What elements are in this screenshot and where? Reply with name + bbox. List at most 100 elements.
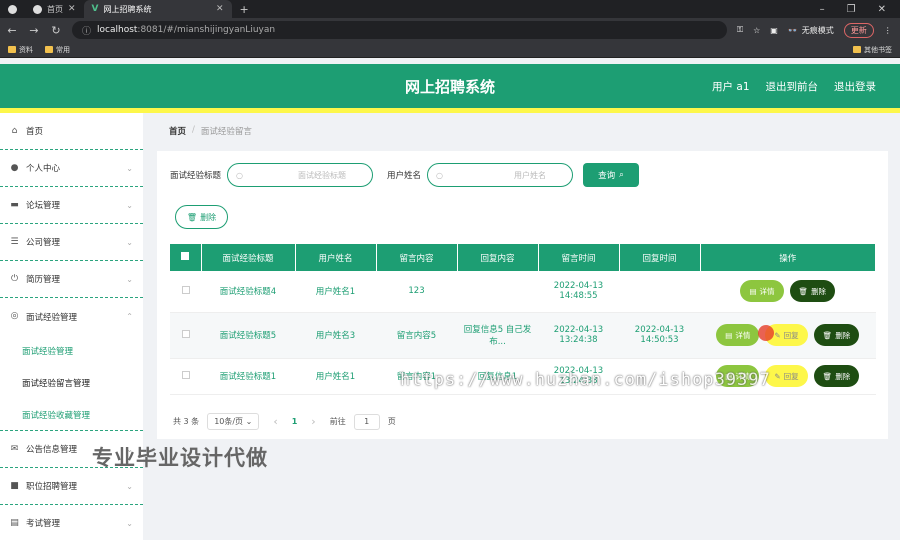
trash-icon: 🗑 — [186, 212, 198, 222]
trash-icon: 🗑 — [822, 371, 833, 381]
globe-icon — [8, 4, 17, 14]
bookmark-folder-1[interactable]: 资料 — [8, 45, 33, 55]
browser-tab-active[interactable]: V 网上招聘系统 ✕ — [83, 0, 232, 18]
col-content: 留言内容 — [376, 244, 458, 271]
search-icon: ○ — [236, 170, 243, 180]
window-controls: – ❐ ✕ — [820, 4, 900, 15]
delete-button[interactable]: 🗑 删除 — [813, 324, 860, 346]
page-size-select[interactable]: 10条/页 ⌄ — [207, 413, 260, 430]
chevron-down-icon: ⌄ — [126, 237, 133, 247]
sidebar-item-home[interactable]: ⌂ 首页 — [0, 113, 143, 150]
page-number[interactable]: 1 — [292, 417, 298, 426]
sidebar-item-profile[interactable]: ● 个人中心 ⌄ — [0, 150, 143, 187]
delete-button[interactable]: 🗑 删除 — [813, 365, 860, 387]
breadcrumb-home[interactable]: 首页 — [169, 125, 186, 137]
logout-link[interactable]: 退出登录 — [834, 79, 876, 94]
sidebar-item-resume[interactable]: ⏻ 简历管理 ⌄ — [0, 261, 143, 298]
chevron-down-icon: ⌄ — [126, 481, 133, 491]
new-tab-button[interactable]: + — [232, 0, 257, 18]
menu-icon[interactable]: ⋮ — [884, 26, 892, 35]
watermark-url: https://www.huzhan.com/ishop39397 — [400, 370, 771, 390]
vue-logo-icon: V — [91, 4, 99, 14]
main-content: 首页 / 面试经验留言 面试经验标题 ○ 面试经验标题 用户姓名 ○ 用户姓名 查询… — [143, 113, 900, 540]
breadcrumb-current: 面试经验留言 — [200, 127, 252, 137]
query-button[interactable]: 查询 ⌕ — [583, 163, 640, 187]
select-all-cell — [170, 244, 202, 271]
chevron-down-icon: ⌄ — [126, 518, 133, 528]
list-icon: ☰ — [10, 236, 19, 247]
back-to-front-link[interactable]: 退出到前台 — [766, 79, 819, 94]
browser-tab-home[interactable]: 首页 ✕ — [25, 0, 84, 18]
sidebar-item-interview[interactable]: ◎ 面试经验管理 ⌃ — [0, 298, 143, 335]
trash-icon: 🗑 — [822, 330, 833, 340]
row-checkbox[interactable] — [181, 285, 190, 294]
close-icon[interactable]: ✕ — [216, 4, 224, 14]
content-panel: 面试经验标题 ○ 面试经验标题 用户姓名 ○ 用户姓名 查询 ⌕ 🗑 删除 面试经验标题… — [157, 151, 888, 439]
reply-button[interactable]: ✎ 回复 — [765, 365, 808, 387]
row-checkbox[interactable] — [181, 329, 190, 338]
other-bookmarks[interactable]: 其他书签 — [853, 45, 892, 55]
detail-button[interactable]: ▤ 详情 — [740, 280, 784, 303]
total-count: 共 3 条 — [173, 417, 200, 426]
breadcrumb: 首页 / 面试经验留言 — [169, 125, 252, 137]
restore-icon[interactable]: ❐ — [847, 4, 856, 15]
mail-icon: ✉ — [10, 443, 19, 454]
next-page-button[interactable]: › — [305, 415, 321, 428]
sidebar-sub-interview[interactable]: 面试经验管理 — [0, 335, 143, 367]
pagination: 共 3 条 10条/页 ⌄ ‹ 1 › 前往 1 页 — [173, 413, 396, 430]
incognito-indicator[interactable]: 👓 无痕模式 — [788, 25, 834, 36]
table-header-row: 面试经验标题 用户姓名 留言内容 回复内容 留言时间 回复时间 操作 — [170, 244, 876, 271]
edit-icon: ✎ — [774, 371, 781, 381]
col-reply: 回复内容 — [457, 244, 539, 271]
watermark-text: 专业毕业设计代做 — [92, 446, 268, 470]
browser-toolbar: ← → ↻ ⓘ localhost:8081/#/mianshijingyanL… — [0, 18, 900, 42]
batch-delete-button[interactable]: 🗑 删除 — [175, 205, 228, 229]
star-icon[interactable]: ☆ — [753, 26, 760, 35]
title-search-input[interactable]: ○ 面试经验标题 — [227, 163, 374, 187]
address-bar[interactable]: ⓘ localhost:8081/#/mianshijingyanLiuyan — [72, 21, 727, 39]
table-row: 面试经验标题4 用户姓名1 123 2022-04-13 14:48:55 ▤ 详… — [170, 271, 876, 313]
browser-tab-blank[interactable] — [0, 0, 25, 18]
bookmark-folder-2[interactable]: 常用 — [45, 45, 70, 55]
folder-icon — [8, 46, 16, 53]
sidebar-item-forum[interactable]: ▬ 论坛管理 ⌄ — [0, 187, 143, 224]
key-icon[interactable]: ⚿ — [737, 25, 743, 35]
sidebar-item-company[interactable]: ☰ 公司管理 ⌄ — [0, 224, 143, 261]
browser-tab-strip: 首页 ✕ V 网上招聘系统 ✕ + – ❐ ✕ — [0, 0, 900, 18]
sidebar-item-exam[interactable]: ▤ 考试管理 ⌄ — [0, 505, 143, 540]
trash-icon: 🗑 — [798, 286, 809, 296]
sidebar-icon[interactable]: ▣ — [770, 26, 778, 35]
detail-button[interactable]: ▤ 详情 — [716, 324, 760, 346]
sidebar-item-jobs[interactable]: ■ 职位招聘管理 ⌄ — [0, 468, 143, 505]
prev-page-button[interactable]: ‹ — [267, 415, 283, 428]
home-icon: ⌂ — [11, 125, 18, 136]
reload-icon[interactable]: ↻ — [50, 24, 62, 37]
current-user: 用户 a1 — [712, 80, 750, 93]
file-icon: ▤ — [749, 286, 757, 296]
compass-icon: ◎ — [10, 311, 19, 321]
clipboard-icon: ▤ — [10, 517, 19, 528]
incognito-icon: 👓 — [787, 25, 798, 35]
delete-button[interactable]: 🗑 删除 — [789, 280, 836, 303]
minimize-icon[interactable]: – — [820, 4, 825, 15]
forward-icon[interactable]: → — [28, 24, 40, 37]
back-icon[interactable]: ← — [6, 24, 18, 37]
sidebar: ⌂ 首页 ● 个人中心 ⌄ ▬ 论坛管理 ⌄ ☰ 公司管理 ⌄ ⏻ 简历管理 ⌄ ◎ 面试经验管理 ⌃… — [0, 113, 143, 540]
goto-page-input[interactable]: 1 — [353, 413, 380, 430]
update-button[interactable]: 更新 — [843, 22, 874, 38]
sidebar-sub-interview-favorites[interactable]: 面试经验收藏管理 — [0, 399, 143, 431]
chevron-down-icon: ⌄ — [245, 417, 253, 426]
user-search-input[interactable]: ○ 用户姓名 — [427, 163, 574, 187]
col-reply-time: 回复时间 — [619, 244, 701, 271]
bookmarks-bar: 资料 常用 其他书签 — [0, 42, 900, 58]
close-window-icon[interactable]: ✕ — [878, 4, 886, 15]
folder-icon — [45, 46, 53, 53]
chevron-up-icon: ⌃ — [126, 312, 133, 321]
close-icon[interactable]: ✕ — [68, 4, 76, 14]
row-checkbox[interactable] — [181, 370, 190, 379]
col-user: 用户姓名 — [295, 244, 377, 271]
briefcase-icon: ■ — [10, 480, 19, 491]
select-all-checkbox[interactable] — [181, 252, 190, 260]
col-time: 留言时间 — [538, 244, 620, 271]
sidebar-sub-interview-comments[interactable]: 面试经验留言管理 — [0, 367, 143, 399]
